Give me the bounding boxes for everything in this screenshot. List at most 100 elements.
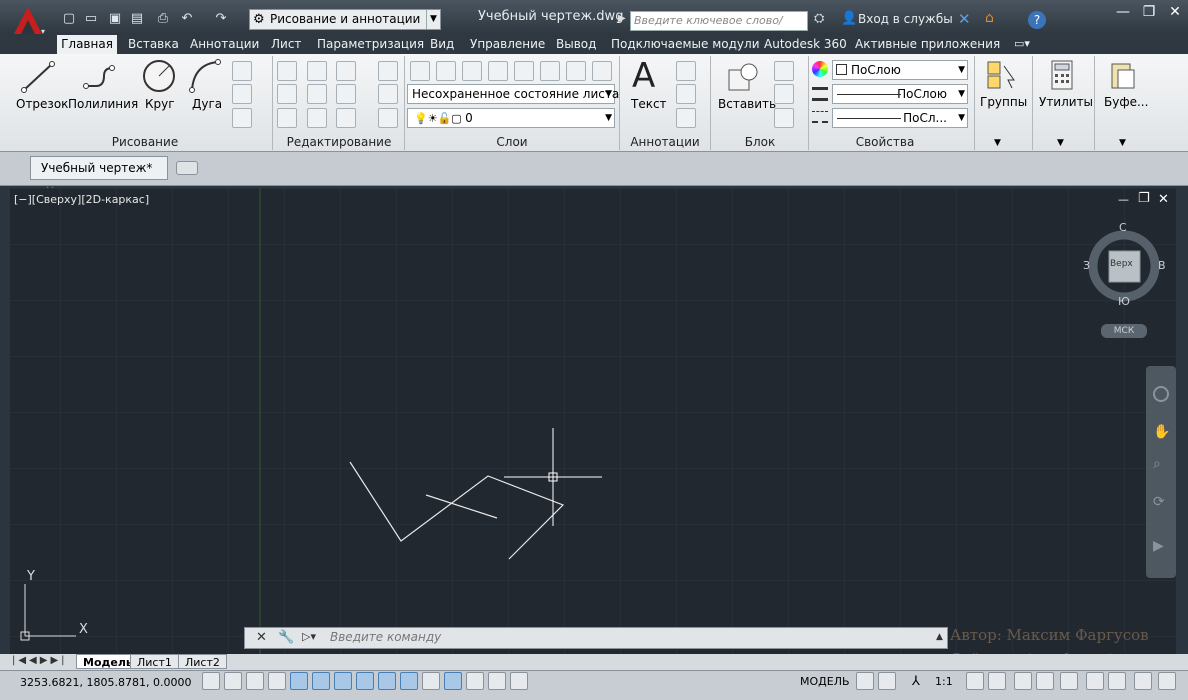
layer-off-icon[interactable] bbox=[488, 61, 508, 81]
utilities-button[interactable]: Утилиты bbox=[1039, 95, 1093, 109]
polyline-icon[interactable] bbox=[82, 60, 118, 94]
tab-sheet2[interactable]: Лист2 bbox=[178, 654, 227, 669]
clean-screen-icon[interactable] bbox=[1134, 672, 1152, 690]
command-input[interactable]: Введите команду bbox=[330, 630, 441, 644]
block-panel-title[interactable]: Блок bbox=[712, 134, 808, 150]
hardware-acceleration-icon[interactable] bbox=[1086, 672, 1104, 690]
tab-home[interactable]: Главная bbox=[57, 35, 117, 54]
tab-plugins[interactable]: Подключаемые модули bbox=[611, 37, 760, 51]
scale-icon[interactable] bbox=[307, 108, 327, 128]
leader-icon[interactable] bbox=[676, 84, 696, 104]
status-menu-icon[interactable] bbox=[1158, 672, 1176, 690]
chevron-down-icon[interactable]: ▼ bbox=[1119, 138, 1126, 148]
mirror-icon[interactable] bbox=[307, 84, 327, 104]
close-icon[interactable]: ✕ bbox=[256, 630, 267, 645]
annotation-monitor-icon[interactable] bbox=[510, 672, 528, 690]
tab-sheet1[interactable]: Лист1 bbox=[130, 654, 179, 669]
ortho-icon[interactable] bbox=[268, 672, 286, 690]
text-button[interactable]: Текст bbox=[631, 97, 667, 111]
tab-autodesk360[interactable]: Autodesk 360 bbox=[764, 37, 847, 51]
layer-unlock-icon[interactable] bbox=[592, 61, 612, 81]
circle-button[interactable]: Круг bbox=[145, 97, 175, 111]
quick-view-layouts-icon[interactable] bbox=[856, 672, 874, 690]
table-icon[interactable] bbox=[676, 108, 696, 128]
block-attributes-icon[interactable] bbox=[774, 108, 794, 128]
save-as-icon[interactable]: ▤ bbox=[128, 10, 146, 28]
layer-match-icon[interactable] bbox=[514, 61, 534, 81]
lock-ui-icon[interactable] bbox=[1036, 672, 1054, 690]
copy-icon[interactable] bbox=[277, 84, 297, 104]
tab-active-apps[interactable]: Активные приложения bbox=[855, 37, 1000, 51]
pan-icon[interactable]: ✋ bbox=[1153, 424, 1170, 440]
draw-panel-title[interactable]: Рисование bbox=[20, 134, 270, 150]
layer-state-icon[interactable] bbox=[436, 61, 456, 81]
vp-close-icon[interactable]: ✕ bbox=[1158, 192, 1169, 207]
tab-parametric[interactable]: Параметризация bbox=[317, 37, 424, 51]
text-icon[interactable]: A bbox=[632, 58, 655, 94]
groups-button[interactable]: Группы bbox=[980, 95, 1027, 109]
layer-state-select[interactable]: Несохраненное состояние листа ▼ bbox=[407, 84, 619, 104]
orbit-icon[interactable]: ⟳ bbox=[1153, 494, 1165, 510]
signin-button[interactable]: Вход в службы bbox=[858, 12, 953, 26]
hatch-icon[interactable] bbox=[232, 84, 252, 104]
object-snap-tracking-icon[interactable] bbox=[356, 672, 374, 690]
tab-annotate[interactable]: Аннотации bbox=[190, 37, 259, 51]
circle-icon[interactable] bbox=[141, 58, 177, 94]
coordinates[interactable]: 3253.6821, 1805.8781, 0.0000 bbox=[20, 676, 191, 689]
quick-view-drawings-icon[interactable] bbox=[878, 672, 896, 690]
calculator-icon[interactable] bbox=[1051, 60, 1073, 90]
color-wheel-icon[interactable] bbox=[812, 61, 828, 77]
tab-view[interactable]: Вид bbox=[430, 37, 454, 51]
open-file-icon[interactable]: ▭ bbox=[82, 10, 100, 28]
infer-constraints-icon[interactable] bbox=[202, 672, 220, 690]
chevron-down-icon[interactable]: ▼ bbox=[1057, 138, 1064, 148]
undo-icon[interactable]: ↶ bbox=[178, 10, 196, 28]
close-button[interactable]: ✕ bbox=[1162, 2, 1188, 22]
save-icon[interactable]: ▣ bbox=[106, 10, 124, 28]
tab-manage[interactable]: Управление bbox=[470, 37, 545, 51]
explode-icon[interactable] bbox=[378, 84, 398, 104]
workspace-switching-icon[interactable] bbox=[1014, 672, 1032, 690]
grid-display-icon[interactable] bbox=[246, 672, 264, 690]
steering-wheel-icon[interactable] bbox=[1153, 386, 1169, 402]
help-button[interactable]: ? bbox=[1028, 11, 1046, 29]
offset-icon[interactable] bbox=[378, 108, 398, 128]
arc-icon[interactable] bbox=[186, 58, 222, 94]
insert-button[interactable]: Вставить bbox=[718, 97, 776, 111]
autocad-logo-icon[interactable]: ▾ bbox=[8, 4, 48, 38]
maximize-button[interactable]: ❐ bbox=[1136, 2, 1162, 22]
gradient-icon[interactable] bbox=[232, 108, 252, 128]
layers-panel-title[interactable]: Слои bbox=[406, 134, 618, 150]
drawing-canvas[interactable] bbox=[10, 188, 1176, 654]
workspace-select[interactable]: ⚙ Рисование и аннотации ▼ bbox=[249, 9, 441, 30]
new-tab-button[interactable] bbox=[176, 161, 198, 175]
ucs-menu[interactable]: МСК bbox=[1101, 324, 1147, 338]
rectangle-icon[interactable] bbox=[232, 61, 252, 81]
fillet-icon[interactable] bbox=[336, 84, 356, 104]
modify-panel-title[interactable]: Редактирование bbox=[274, 134, 404, 150]
clipboard-icon[interactable] bbox=[1110, 60, 1136, 90]
linetype-icon[interactable] bbox=[812, 87, 828, 101]
binoculars-icon[interactable]: ⛭ bbox=[814, 11, 824, 26]
line-button[interactable]: Отрезок bbox=[16, 97, 68, 111]
insert-block-icon[interactable] bbox=[725, 60, 761, 94]
viewcube-west[interactable]: З bbox=[1083, 259, 1090, 272]
color-select[interactable]: ПоСлою ▼ bbox=[832, 60, 968, 80]
snap-mode-icon[interactable] bbox=[224, 672, 242, 690]
subscription-icon[interactable]: ⌂ bbox=[985, 10, 994, 26]
vp-restore-icon[interactable]: ❐ bbox=[1138, 191, 1150, 206]
minimize-button[interactable]: — bbox=[1110, 2, 1136, 22]
vp-minimize-icon[interactable]: — bbox=[1118, 193, 1129, 206]
3d-object-snap-icon[interactable] bbox=[334, 672, 352, 690]
layer-lock-icon[interactable] bbox=[566, 61, 586, 81]
lineweight-select[interactable]: ПоСл... ▼ bbox=[832, 108, 968, 128]
dimension-icon[interactable] bbox=[676, 61, 696, 81]
redo-icon[interactable]: ↷ bbox=[212, 10, 230, 28]
lineweight-icon[interactable] bbox=[812, 111, 828, 123]
polar-tracking-icon[interactable] bbox=[290, 672, 308, 690]
arc-button[interactable]: Дуга bbox=[192, 97, 222, 111]
polyline-button[interactable]: Полилиния bbox=[68, 97, 138, 111]
annotation-visibility-icon[interactable] bbox=[966, 672, 984, 690]
object-snap-icon[interactable] bbox=[312, 672, 330, 690]
viewcube-south[interactable]: Ю bbox=[1118, 295, 1130, 308]
